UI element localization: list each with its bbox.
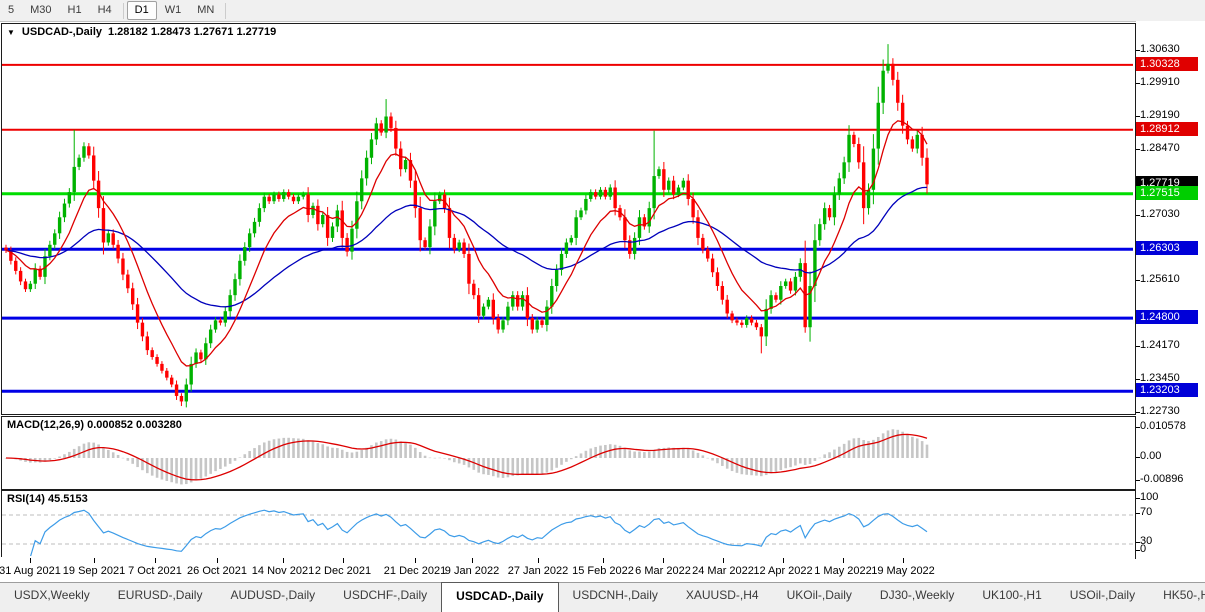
date-tick-mark xyxy=(30,558,31,563)
price-axis: 1.30630 1.29910 1.29190 1.28470 1.27030 1.256… xyxy=(1136,21,1205,562)
date-tick-mark xyxy=(723,558,724,563)
price-level-label: 1.27515 xyxy=(1136,185,1198,200)
symbol-tab-uk100[interactable]: UK100-,H1 xyxy=(968,583,1055,612)
date-tick-label: 19 Sep 2021 xyxy=(62,565,126,577)
rsi-tick-label: 0 xyxy=(1140,543,1147,555)
symbol-tab-usdcnh[interactable]: USDCNH-,Daily xyxy=(559,583,672,612)
macd-values: 0.000852 0.003280 xyxy=(87,419,182,431)
macd-signal-line xyxy=(5,433,928,481)
chart-symbol-label: USDCAD-,Daily xyxy=(21,26,102,38)
date-tick-mark xyxy=(843,558,844,563)
ma-fast-line xyxy=(5,120,928,367)
price-tick-label: 1.27030 xyxy=(1140,207,1180,220)
date-tick-label: 15 Feb 2022 xyxy=(572,565,634,577)
symbol-tab-ukoil[interactable]: UKOil-,Daily xyxy=(773,583,866,612)
price-tick-label: 1.24170 xyxy=(1140,338,1180,351)
symbol-tab-usdcad[interactable]: USDCAD-,Daily xyxy=(441,582,559,612)
symbol-tab-dj30[interactable]: DJ30-,Weekly xyxy=(866,583,968,612)
date-tick-label: 6 Mar 2022 xyxy=(635,565,691,577)
chart-title: ▼ USDCAD-,Daily 1.28182 1.28473 1.27671 … xyxy=(7,26,276,38)
timeframe-button-m30[interactable]: M30 xyxy=(22,1,59,20)
timeframe-button-mn[interactable]: MN xyxy=(189,1,222,20)
macd-tick-label: 0.010578 xyxy=(1140,420,1186,432)
rsi-tick-label: 100 xyxy=(1140,491,1159,503)
price-level-label: 1.30328 xyxy=(1136,56,1198,71)
symbol-tab-usoil[interactable]: USOil-,Daily xyxy=(1056,583,1149,612)
macd-tick-label: -0.00896 xyxy=(1140,473,1184,485)
date-tick-mark xyxy=(663,558,664,563)
date-tick-label: 2 Dec 2021 xyxy=(314,565,372,577)
rsi-panel: RSI(14) 45.5153 xyxy=(1,490,1136,559)
date-tick-mark xyxy=(472,558,473,563)
date-tick-label: 9 Jan 2022 xyxy=(444,565,500,577)
macd-label: MACD(12,26,9) 0.000852 0.003280 xyxy=(7,419,182,431)
price-tick-label: 1.22730 xyxy=(1140,404,1180,417)
date-tick-label: 1 May 2022 xyxy=(814,565,872,577)
price-tick-label: 1.29910 xyxy=(1140,75,1180,88)
date-tick-mark xyxy=(603,558,604,563)
date-tick-label: 7 Oct 2021 xyxy=(128,565,182,577)
timeframe-button-d1[interactable]: D1 xyxy=(126,1,157,20)
price-tick-label: 1.28470 xyxy=(1140,141,1180,154)
timeframe-button-h1[interactable]: H1 xyxy=(60,1,90,20)
date-tick-mark xyxy=(415,558,416,563)
date-tick-label: 26 Oct 2021 xyxy=(187,565,247,577)
macd-panel: MACD(12,26,9) 0.000852 0.003280 xyxy=(1,416,1136,490)
macd-name: MACD(12,26,9) xyxy=(7,419,85,431)
date-tick-mark xyxy=(217,558,218,563)
date-tick-mark xyxy=(155,558,156,563)
date-tick-mark xyxy=(903,558,904,563)
rsi-name: RSI(14) xyxy=(7,493,45,505)
candlestick-plot xyxy=(2,44,1133,408)
date-tick-mark xyxy=(783,558,784,563)
price-tick-label: 1.23450 xyxy=(1140,371,1180,384)
date-tick-mark xyxy=(94,558,95,563)
price-tick-label: 1.30630 xyxy=(1140,43,1180,55)
date-tick-label: 24 Mar 2022 xyxy=(692,565,754,577)
price-level-label: 1.24800 xyxy=(1136,310,1198,325)
price-tick-label: 1.29190 xyxy=(1140,108,1180,121)
symbol-tab-xauusd[interactable]: XAUUSD-,H4 xyxy=(672,583,773,612)
date-tick-mark xyxy=(343,558,344,563)
timeframe-button-h4[interactable]: H4 xyxy=(90,1,120,20)
price-chart-panel: ▼ USDCAD-,Daily 1.28182 1.28473 1.27671 … xyxy=(1,23,1136,415)
date-tick-label: 12 Apr 2022 xyxy=(753,565,813,577)
symbol-tab-bar: USDX,Weekly EURUSD-,Daily AUDUSD-,Daily USD… xyxy=(0,582,1205,612)
rsi-tick-label: 70 xyxy=(1140,506,1153,518)
date-tick-label: 19 May 2022 xyxy=(871,565,935,577)
date-tick-label: 21 Dec 2021 xyxy=(383,565,447,577)
rsi-label: RSI(14) 45.5153 xyxy=(7,493,88,505)
date-tick-mark xyxy=(283,558,284,563)
macd-tick-label: 0.00 xyxy=(1140,450,1162,462)
price-tick-label: 1.25610 xyxy=(1140,272,1180,285)
toolbar-separator xyxy=(122,2,124,19)
time-axis: 31 Aug 2021 19 Sep 2021 7 Oct 2021 26 Oct 2… xyxy=(0,557,1135,582)
macd-histogram xyxy=(4,429,929,485)
chevron-down-icon[interactable]: ▼ xyxy=(7,28,15,37)
symbol-tab-hk50[interactable]: HK50-,H1 xyxy=(1149,583,1205,612)
candles-group xyxy=(4,44,929,408)
symbol-tab-usdx[interactable]: USDX,Weekly xyxy=(0,583,104,612)
date-tick-label: 14 Nov 2021 xyxy=(251,565,315,577)
price-level-label: 1.28912 xyxy=(1136,121,1198,136)
timeframe-button-5[interactable]: 5 xyxy=(0,1,22,20)
timeframe-button-w1[interactable]: W1 xyxy=(157,1,190,20)
price-level-label: 1.26303 xyxy=(1136,241,1198,256)
symbol-tab-eurusd[interactable]: EURUSD-,Daily xyxy=(104,583,217,612)
rsi-value: 45.5153 xyxy=(47,493,88,505)
date-tick-label: 31 Aug 2021 xyxy=(0,565,61,577)
toolbar-separator xyxy=(225,2,227,19)
rsi-line xyxy=(30,509,928,556)
rsi-plot xyxy=(2,509,1133,556)
symbol-tab-audusd[interactable]: AUDUSD-,Daily xyxy=(216,583,329,612)
chart-ohlc-values: 1.28182 1.28473 1.27671 1.27719 xyxy=(108,26,277,38)
ma-slow-line xyxy=(5,186,928,308)
trading-app: 5 M30 H1 H4 D1 W1 MN ▼ USDCAD-,Daily 1.28182 1… xyxy=(0,0,1205,612)
price-level-label: 1.23203 xyxy=(1136,383,1198,398)
symbol-tab-usdchf[interactable]: USDCHF-,Daily xyxy=(329,583,441,612)
date-tick-label: 27 Jan 2022 xyxy=(507,565,569,577)
timeframe-toolbar: 5 M30 H1 H4 D1 W1 MN xyxy=(0,0,1205,22)
date-tick-mark xyxy=(538,558,539,563)
